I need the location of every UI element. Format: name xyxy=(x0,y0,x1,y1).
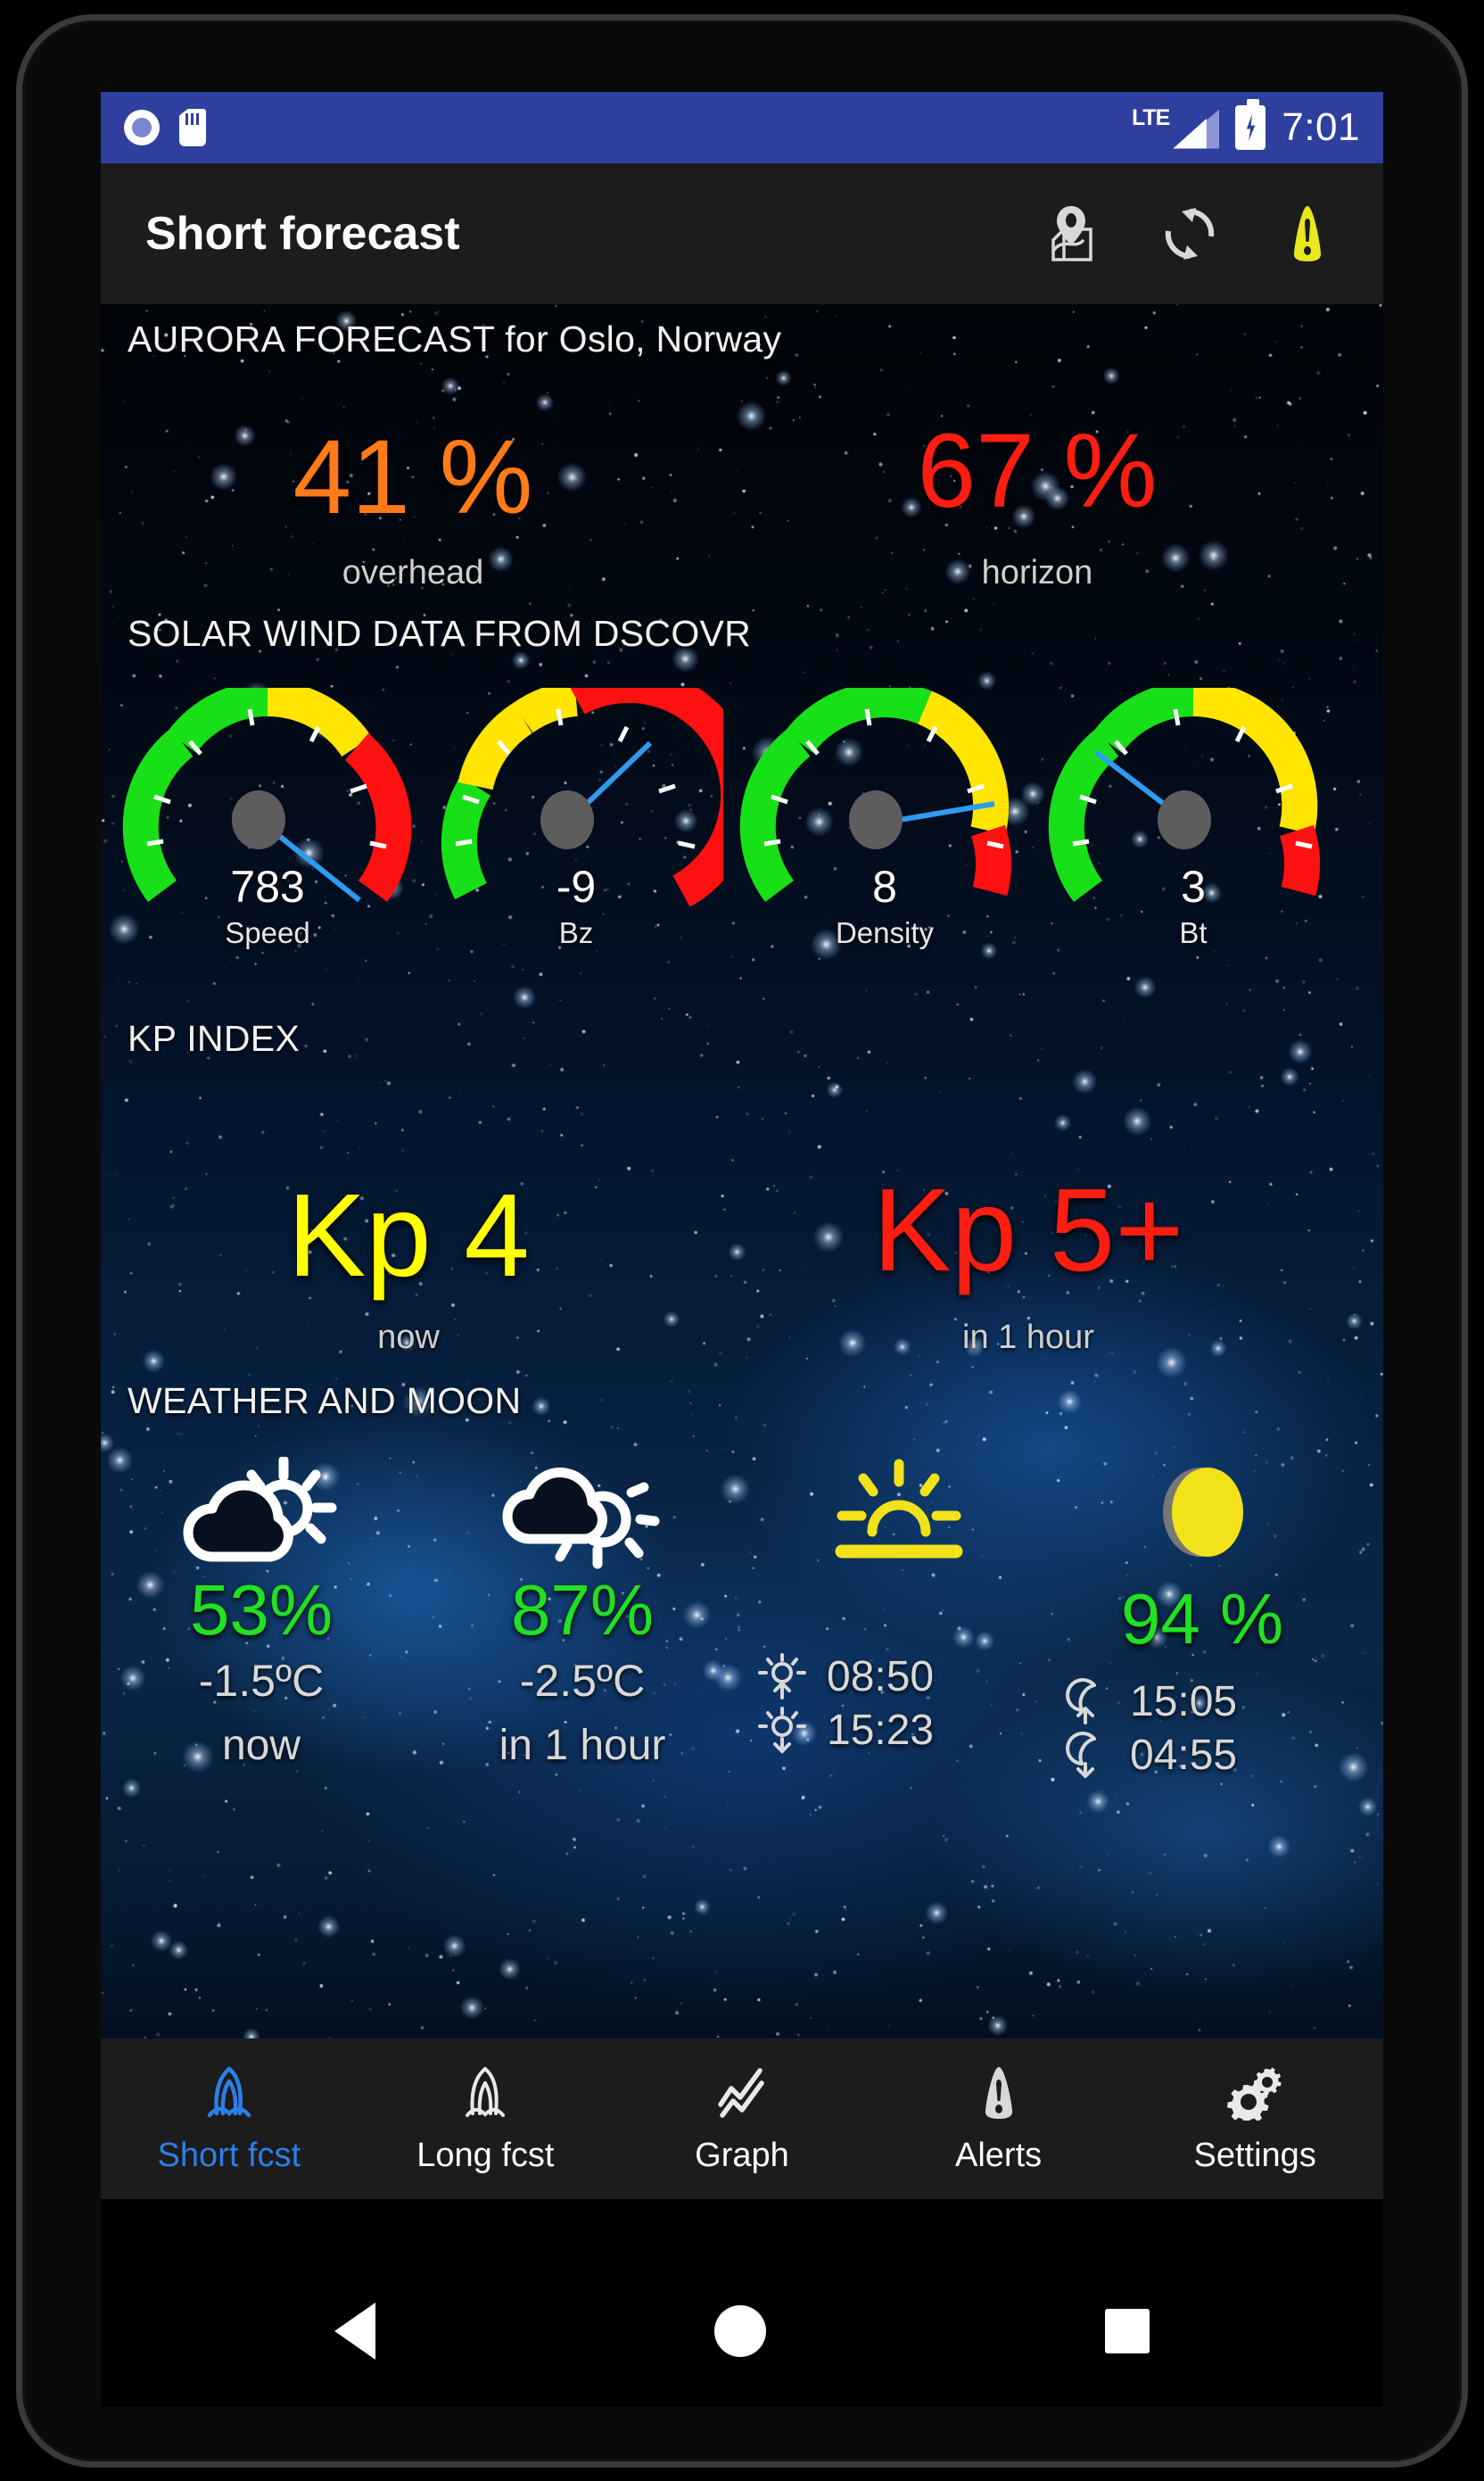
page-title: Short forecast xyxy=(145,208,460,260)
lte-label: LTE xyxy=(1131,104,1170,130)
solar-wind-heading: SOLAR WIND DATA FROM DSCOVR xyxy=(128,613,752,654)
weather-moon-heading: WEATHER AND MOON xyxy=(128,1380,522,1421)
sunset-small-icon xyxy=(758,1707,806,1754)
aurora-overhead-label: overhead xyxy=(342,554,484,591)
gauge-bt-value: 3 xyxy=(1181,862,1206,912)
weather-next-cloud: 87% xyxy=(510,1570,655,1650)
aurora-overhead-value: 41 % xyxy=(293,418,533,536)
kp-next-value: Kp 5+ xyxy=(872,1164,1184,1295)
nav-item-short-fcst[interactable]: Short fcst xyxy=(101,2063,358,2175)
aurora-horizon-label: horizon xyxy=(981,554,1093,591)
moon-phase-icon xyxy=(1163,1468,1243,1557)
weather-now-when: now xyxy=(221,1722,301,1769)
android-navigation-bar xyxy=(101,2255,1383,2407)
gauge-density-value: 8 xyxy=(872,862,897,912)
sunrise-small-icon xyxy=(758,1653,806,1699)
nav-label-long-fcst: Long fcst xyxy=(416,2136,555,2174)
gauge-bz-label: Bz xyxy=(558,916,594,949)
partly-cloudy-icon xyxy=(183,1457,337,1562)
moon-column: 94 % 15:05 04:55 xyxy=(1055,1457,1349,1780)
weather-next-when: in 1 hour xyxy=(499,1722,666,1769)
moon-illumination: 94 % xyxy=(1120,1579,1284,1658)
line-chart-icon xyxy=(718,2067,764,2118)
rain-sun-icon xyxy=(502,1468,660,1569)
status-bar-right-icons: LTE 7:01 xyxy=(1131,99,1360,150)
warning-icon[interactable] xyxy=(1276,203,1339,265)
nav-label-alerts: Alerts xyxy=(955,2136,1043,2174)
sunset-time: 15:23 xyxy=(827,1706,935,1754)
gauge-speed-label: Speed xyxy=(225,916,310,949)
aurora-horizon-value: 67 % xyxy=(917,412,1158,530)
aurora-heading: AURORA FORECAST for Oslo, Norway xyxy=(128,318,782,360)
weather-now-cloud: 53% xyxy=(189,1570,334,1650)
status-bar: LTE 7:01 xyxy=(101,92,1383,163)
clock: 7:01 xyxy=(1282,105,1360,149)
gauge-speed-value: 783 xyxy=(230,862,305,912)
bottom-navigation: Short fcst Long fcst Graph Alerts Settin… xyxy=(101,2039,1383,2199)
moonrise-time: 15:05 xyxy=(1130,1677,1238,1725)
sunrise-time: 08:50 xyxy=(827,1652,935,1700)
nav-item-settings[interactable]: Settings xyxy=(1126,2063,1383,2175)
kp-now-value: Kp 4 xyxy=(287,1170,530,1301)
app-bar-actions xyxy=(1041,203,1339,265)
app-bar: Short forecast xyxy=(101,163,1383,304)
sunset-row: 15:23 xyxy=(752,1705,1046,1755)
gears-icon xyxy=(1227,2067,1282,2121)
map-location-icon[interactable] xyxy=(1041,203,1103,265)
lte-signal-icon: LTE xyxy=(1131,104,1220,149)
phone-screen: LTE 7:01 Short forecast AURORA FORECAST … xyxy=(101,92,1383,2255)
nav-item-graph[interactable]: Graph xyxy=(614,2063,870,2175)
gauge-bt-label: Bt xyxy=(1179,916,1208,949)
kp-next-label: in 1 hour xyxy=(962,1319,1094,1356)
weather-next-temp: -2.5ºC xyxy=(519,1656,646,1706)
gauge-bz: -9 Bz xyxy=(429,688,723,949)
kp-now-label: now xyxy=(377,1319,440,1356)
status-bar-left-icons xyxy=(124,109,206,146)
back-button[interactable] xyxy=(334,2303,375,2360)
kp-index-heading: KP INDEX xyxy=(128,1018,301,1059)
camera-icon xyxy=(124,110,160,145)
warning-icon xyxy=(985,2066,1012,2119)
gauge-speed: 783 Speed xyxy=(120,688,415,949)
aurora-outline-icon xyxy=(466,2066,506,2117)
moonset-time: 04:55 xyxy=(1130,1731,1238,1779)
nav-label-graph: Graph xyxy=(695,2136,789,2174)
aurora-icon xyxy=(207,2066,251,2117)
home-button[interactable] xyxy=(714,2305,766,2357)
nav-item-alerts[interactable]: Alerts xyxy=(870,2063,1127,2175)
sunrise-icon xyxy=(835,1459,963,1559)
moonrise-row: 15:05 xyxy=(1055,1676,1349,1726)
moonset-row: 04:55 xyxy=(1055,1730,1349,1780)
recents-button[interactable] xyxy=(1105,2309,1150,2353)
nav-item-long-fcst[interactable]: Long fcst xyxy=(358,2063,614,2175)
gauge-bt: 3 Bt xyxy=(1046,688,1340,949)
moonset-small-icon xyxy=(1066,1732,1096,1778)
refresh-icon[interactable] xyxy=(1158,203,1221,265)
gauge-density-label: Density xyxy=(835,916,935,949)
main-content: AURORA FORECAST for Oslo, Norway 41 % ov… xyxy=(101,304,1383,2039)
sd-card-icon xyxy=(179,109,206,146)
weather-now-column: 53% -1.5ºC now xyxy=(128,1457,395,1770)
gauge-density: 8 Density xyxy=(738,688,1032,949)
moonrise-small-icon xyxy=(1066,1678,1096,1724)
sunrise-row: 08:50 xyxy=(752,1651,1046,1701)
nav-label-settings: Settings xyxy=(1193,2136,1316,2174)
sun-column: 08:50 15:23 xyxy=(752,1457,1046,1755)
device-frame: LTE 7:01 Short forecast AURORA FORECAST … xyxy=(0,0,1484,2481)
battery-charging-icon xyxy=(1235,99,1266,150)
weather-now-temp: -1.5ºC xyxy=(198,1656,325,1706)
nav-label-short-fcst: Short fcst xyxy=(157,2136,301,2174)
gauge-bz-value: -9 xyxy=(556,862,597,912)
weather-next-column: 87% -2.5ºC in 1 hour xyxy=(449,1457,716,1770)
